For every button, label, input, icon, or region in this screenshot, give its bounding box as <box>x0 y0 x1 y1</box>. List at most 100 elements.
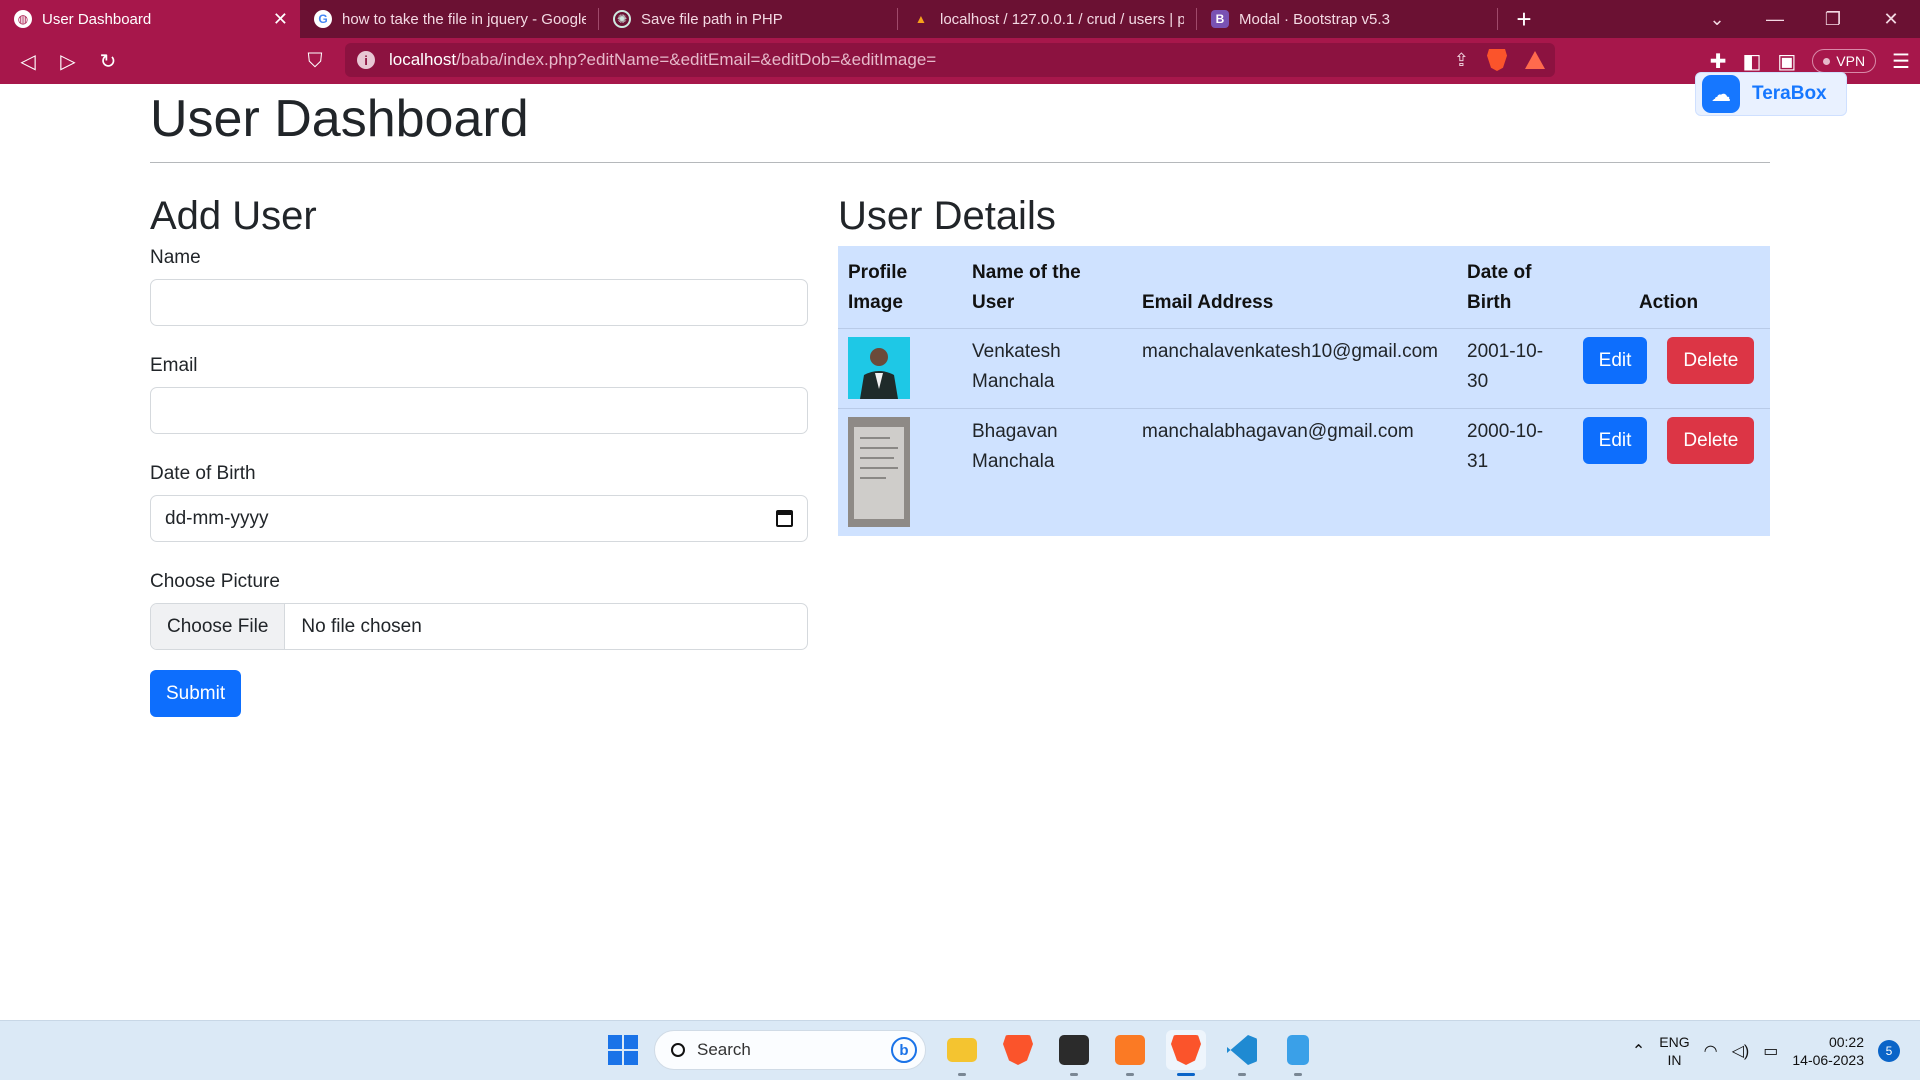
xampp-icon[interactable] <box>1110 1030 1150 1076</box>
name-label: Name <box>150 247 201 268</box>
add-user-form: Add User Name Email Date of Birth dd-mm-… <box>150 192 808 717</box>
site-info-icon[interactable]: i <box>357 51 375 69</box>
chatgpt-icon: ✺ <box>613 10 631 28</box>
sidebar-icon[interactable]: ◧ <box>1742 49 1761 74</box>
page-title: User Dashboard <box>150 90 529 148</box>
clock-time: 00:22 <box>1828 1034 1864 1050</box>
search-icon <box>671 1043 685 1057</box>
vpn-label: VPN <box>1836 53 1866 69</box>
taskbar: Search b ⌃ ENG IN ◠ ◁) ▭ 00:22 14-06-202… <box>0 1020 1920 1080</box>
dob-input[interactable]: dd-mm-yyyy <box>150 495 808 542</box>
name-input[interactable] <box>150 279 808 326</box>
action-cell: Edit Delete <box>1567 328 1770 409</box>
dob-placeholder: dd-mm-yyyy <box>165 507 269 529</box>
notepad-icon[interactable] <box>1278 1030 1318 1076</box>
taskbar-apps: Search b <box>608 1030 1318 1076</box>
table-header-row: Profile Image Name of the User Email Add… <box>838 246 1770 329</box>
delete-button[interactable]: Delete <box>1667 417 1755 464</box>
col-header-profile-image: Profile Image <box>848 262 908 313</box>
col-header-email: Email Address <box>1142 292 1274 313</box>
window-controls: ⌄ — ❐ ✕ <box>1688 0 1920 38</box>
vpn-status-dot <box>1823 57 1831 65</box>
user-dob-cell: 2000-10-31 <box>1457 408 1567 536</box>
edit-button[interactable]: Edit <box>1582 337 1648 384</box>
picture-label: Choose Picture <box>150 571 280 592</box>
region-code: IN <box>1667 1052 1682 1068</box>
bing-icon[interactable]: b <box>891 1037 917 1063</box>
brave-rewards-icon[interactable] <box>1525 51 1545 69</box>
tab-user-dashboard[interactable]: ◍ User Dashboard ✕ <box>0 0 300 38</box>
clock[interactable]: 00:22 14-06-2023 <box>1792 1033 1864 1069</box>
taskbar-search[interactable]: Search b <box>654 1030 926 1070</box>
tab-chatgpt[interactable]: ✺ Save file path in PHP <box>599 0 897 38</box>
vpn-button[interactable]: VPN <box>1812 49 1877 73</box>
forward-icon[interactable]: ▷ <box>48 41 88 81</box>
battery-icon[interactable]: ▭ <box>1763 1041 1778 1061</box>
address-bar[interactable]: i localhost/baba/index.php?editName=&edi… <box>345 43 1555 77</box>
google-icon: G <box>314 10 332 28</box>
restore-icon[interactable]: ❐ <box>1804 0 1862 38</box>
profile-image-cell <box>838 408 962 536</box>
user-email-cell: manchalabhagavan@gmail.com <box>1132 408 1457 536</box>
tab-google-search[interactable]: G how to take the file in jquery - Googl… <box>300 0 598 38</box>
users-table: Profile Image Name of the User Email Add… <box>838 246 1770 536</box>
picture-file-input[interactable]: Choose File No file chosen <box>150 603 808 650</box>
terabox-label: TeraBox <box>1752 83 1827 104</box>
col-header-action: Action <box>1638 292 1699 313</box>
tab-search-chevron-icon[interactable]: ⌄ <box>1688 0 1746 38</box>
user-dob-cell: 2001-10-30 <box>1457 328 1567 409</box>
profile-image-cell <box>838 328 962 409</box>
bookmark-icon[interactable]: ⛉ <box>295 41 335 81</box>
share-icon[interactable]: ⇪ <box>1454 50 1469 71</box>
search-placeholder: Search <box>697 1040 751 1059</box>
reload-icon[interactable]: ↻ <box>88 41 128 81</box>
page-container: User Dashboard Add User Name Email Date … <box>150 84 1770 717</box>
choose-file-button[interactable]: Choose File <box>151 604 286 649</box>
wifi-icon[interactable]: ◠ <box>1704 1041 1718 1061</box>
user-email-cell: manchalavenkatesh10@gmail.com <box>1132 328 1457 409</box>
calendar-icon[interactable] <box>776 510 793 527</box>
cloud-upload-icon: ☁ <box>1702 75 1740 113</box>
profile-photo-image <box>848 337 910 399</box>
brave-icon[interactable] <box>998 1030 1038 1070</box>
url-text[interactable]: localhost/baba/index.php?editName=&editE… <box>389 50 936 70</box>
back-icon[interactable]: ◁ <box>8 41 48 81</box>
tab-title: localhost / 127.0.0.1 / crud / users | p… <box>940 10 1184 28</box>
title-divider <box>150 162 1770 163</box>
wallet-icon[interactable]: ▣ <box>1777 49 1796 74</box>
file-explorer-icon[interactable] <box>942 1030 982 1076</box>
col-header-dob: Date of Birth <box>1467 262 1532 313</box>
tab-bootstrap[interactable]: B Modal · Bootstrap v5.3 <box>1197 0 1497 38</box>
volume-icon[interactable]: ◁) <box>1732 1041 1750 1061</box>
close-window-icon[interactable]: ✕ <box>1862 0 1920 38</box>
edit-button[interactable]: Edit <box>1582 417 1648 464</box>
system-tray: ⌃ ENG IN ◠ ◁) ▭ 00:22 14-06-2023 5 <box>1632 1021 1920 1080</box>
menu-hamburger-icon[interactable]: ☰ <box>1892 49 1910 74</box>
action-cell: Edit Delete <box>1567 408 1770 536</box>
user-details-section: User Details Profile Image Name of the U… <box>838 192 1770 536</box>
language-indicator[interactable]: ENG IN <box>1659 1033 1689 1069</box>
tab-phpmyadmin[interactable]: ▲ localhost / 127.0.0.1 / crud / users |… <box>898 0 1196 38</box>
clock-date: 14-06-2023 <box>1792 1052 1864 1068</box>
tab-title: User Dashboard <box>42 10 152 28</box>
extensions-puzzle-icon[interactable]: ✚ <box>1710 49 1727 74</box>
terabox-widget[interactable]: ☁ TeraBox <box>1695 72 1847 116</box>
terminal-icon[interactable] <box>1054 1030 1094 1076</box>
user-details-heading: User Details <box>838 194 1056 238</box>
delete-button[interactable]: Delete <box>1667 337 1755 384</box>
language-code: ENG <box>1659 1034 1690 1050</box>
show-hidden-icons-chevron-icon[interactable]: ⌃ <box>1632 1041 1645 1061</box>
tab-title: Save file path in PHP <box>641 10 783 28</box>
user-name-cell: Bhagavan Manchala <box>962 408 1132 536</box>
brave-shields-icon[interactable] <box>1487 49 1507 71</box>
file-status-text: No file chosen <box>301 615 422 637</box>
brave-active-icon[interactable] <box>1166 1030 1206 1076</box>
email-input[interactable] <box>150 387 808 434</box>
windows-start-icon[interactable] <box>608 1035 638 1065</box>
vscode-icon[interactable] <box>1222 1030 1262 1076</box>
notification-badge[interactable]: 5 <box>1878 1040 1900 1062</box>
minimize-icon[interactable]: — <box>1746 0 1804 38</box>
close-tab-icon[interactable]: ✕ <box>273 9 288 30</box>
new-tab-button[interactable]: + <box>1498 0 1550 38</box>
submit-button[interactable]: Submit <box>150 670 242 717</box>
